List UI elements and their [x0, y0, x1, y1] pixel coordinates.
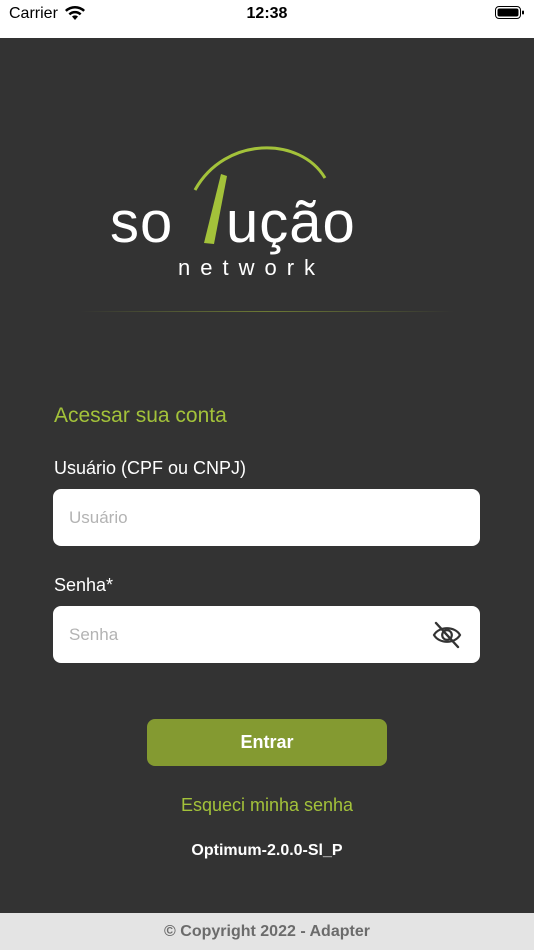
password-input[interactable] — [69, 606, 409, 663]
login-screen: so ução network Acessar sua conta Usuári… — [0, 38, 534, 913]
logo-wordmark-right: ução — [226, 190, 356, 255]
copyright-footer: © Copyright 2022 - Adapter — [0, 913, 534, 950]
user-field-container — [53, 489, 480, 546]
user-field-label: Usuário (CPF ou CNPJ) — [54, 458, 247, 478]
user-input[interactable] — [69, 489, 409, 546]
logo-tagline: network — [178, 255, 325, 280]
brand-logo: so ução network — [100, 138, 430, 288]
eye-slash-icon[interactable] — [431, 619, 463, 651]
password-field-label: Senha* — [54, 575, 114, 595]
logo-wordmark-left: so — [110, 190, 173, 255]
app-version: Optimum-2.0.0-Sl_P — [191, 842, 343, 859]
password-field-container — [53, 606, 480, 663]
login-button[interactable]: Entrar — [147, 719, 387, 766]
forgot-password-link[interactable]: Esqueci minha senha — [0, 795, 534, 816]
status-time: 12:38 — [246, 5, 288, 22]
form-title: Acessar sua conta — [54, 404, 227, 427]
copyright-text: © Copyright 2022 - Adapter — [164, 922, 370, 940]
divider — [80, 311, 454, 312]
status-bar: Carrier 12:38 — [0, 0, 534, 38]
battery-icon — [495, 5, 525, 26]
